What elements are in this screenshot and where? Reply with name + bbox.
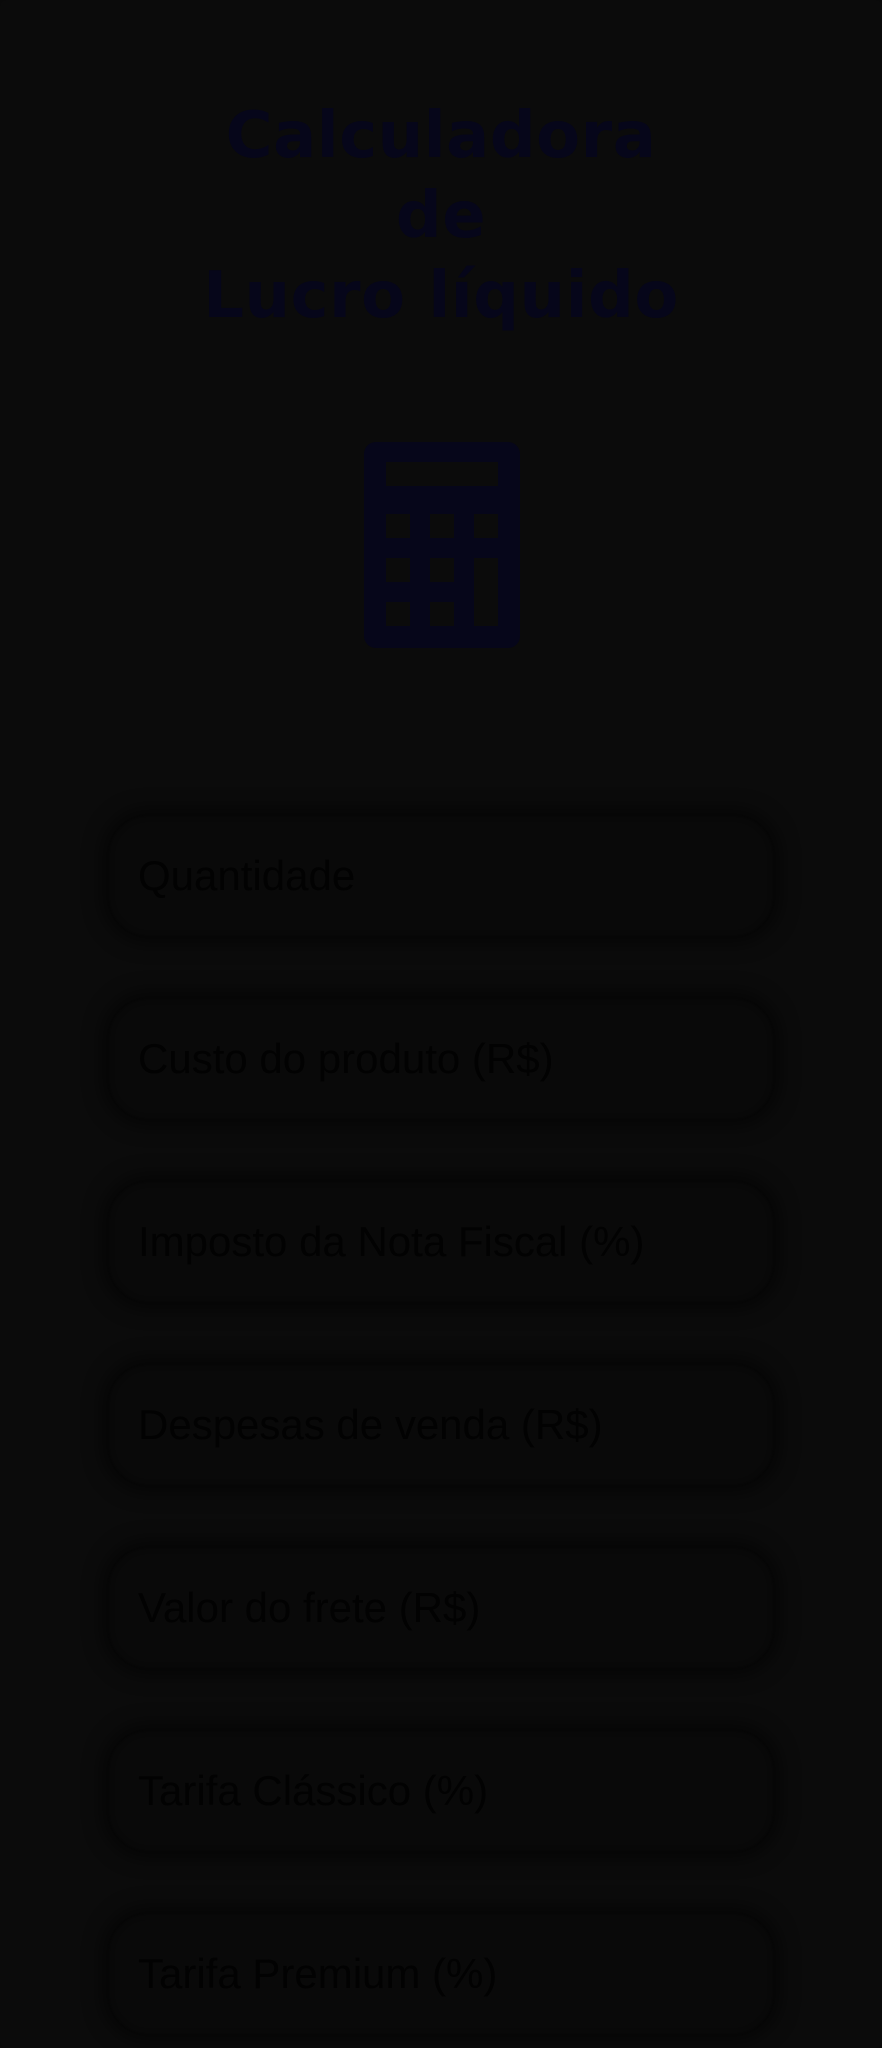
app-page: Calculadora de Lucro líquido (0, 0, 882, 2048)
page-title: Calculadora de Lucro líquido (0, 96, 882, 336)
premium-fee-input[interactable] (108, 1913, 774, 2035)
sales-expenses-input[interactable] (108, 1364, 774, 1486)
quantity-input[interactable] (108, 815, 774, 937)
invoice-tax-input[interactable] (108, 1181, 774, 1303)
classic-fee-input[interactable] (108, 1730, 774, 1852)
title-line-2: de (395, 179, 487, 253)
title-line-1: Calculadora (225, 99, 657, 173)
product-cost-input[interactable] (108, 998, 774, 1120)
calculator-icon (364, 442, 520, 648)
title-line-3: Lucro líquido (203, 259, 679, 333)
shipping-value-input[interactable] (108, 1547, 774, 1669)
